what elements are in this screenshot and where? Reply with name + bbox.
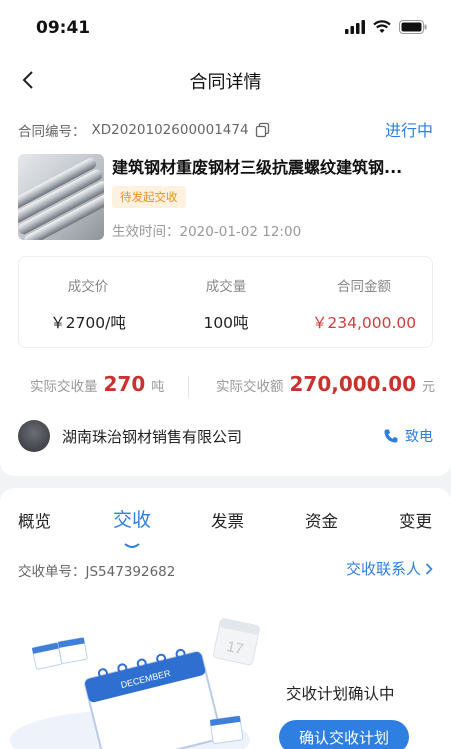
actual-amount-unit: 元 [422, 380, 436, 395]
plan-status: 交收计划确认中 [286, 685, 395, 703]
calendar-day-text: 17 [225, 638, 245, 658]
divider [188, 376, 189, 398]
detail-panel: 概览 交收 发票 资金 变更 交收单号：JS547392682 交收联系人 17 [0, 488, 451, 749]
call-button[interactable]: 致电 [383, 426, 433, 446]
nav-bar: 合同详情 [0, 58, 451, 102]
effective-time-label: 生效时间： [112, 224, 180, 240]
status-badge: 待发起交收 [112, 186, 186, 208]
steel-bars-illustration [18, 158, 104, 240]
tab-changes[interactable]: 变更 [399, 508, 432, 532]
signal-icon [345, 20, 365, 34]
price-label: 成交价 [67, 279, 109, 295]
product-image [18, 154, 104, 240]
delivery-number: 交收单号：JS547392682 [18, 560, 175, 580]
actual-amount-label: 实际交收额 [216, 379, 284, 395]
chevron-right-icon [425, 562, 433, 575]
actual-quantity: 实际交收量 270 吨 [30, 372, 164, 396]
contract-status: 进行中 [384, 121, 433, 140]
status-time: 09:41 [36, 18, 91, 38]
status-icons [345, 20, 427, 34]
actual-amount-value: 270,000.00 [289, 372, 417, 396]
contract-number-label: 合同编号： [18, 124, 86, 140]
actual-quantity-value: 270 [103, 372, 146, 396]
confirm-plan-button[interactable]: 确认交收计划 [279, 720, 409, 749]
delivery-contacts-link[interactable]: 交收联系人 [346, 558, 433, 579]
call-label: 致电 [405, 429, 433, 445]
tab-active-indicator [124, 543, 140, 548]
company-name: 湖南珠治钢材销售有限公司 [62, 428, 243, 446]
tab-funds[interactable]: 资金 [305, 508, 338, 532]
avatar [18, 420, 50, 452]
phone-icon [384, 429, 398, 443]
amount-value: ￥234,000.00 [311, 314, 417, 332]
summary-price: 成交价 ￥2700/吨 [19, 275, 157, 333]
product-title[interactable]: 建筑钢材重废钢材三级抗震螺纹建筑钢... [112, 154, 432, 178]
quantity-label: 成交量 [205, 279, 247, 295]
delivery-contacts-label: 交收联系人 [345, 560, 421, 578]
price-value: ￥2700/吨 [50, 314, 126, 332]
copy-icon[interactable] [255, 122, 271, 138]
effective-time: 生效时间：2020-01-02 12:00 [112, 220, 301, 240]
actual-quantity-unit: 吨 [151, 380, 165, 395]
contract-number-value: XD2020102600001474 [91, 122, 249, 138]
delivery-number-label: 交收单号： [18, 564, 86, 580]
status-bar: 09:41 [0, 0, 451, 58]
deal-summary: 成交价 ￥2700/吨 成交量 100吨 合同金额 ￥234,000.00 [18, 256, 433, 348]
quantity-value: 100吨 [203, 314, 249, 332]
amount-label: 合同金额 [337, 279, 391, 295]
contract-card: 合同编号： XD2020102600001474 进行中 建筑钢材重废钢材三级抗… [0, 102, 451, 476]
summary-amount: 合同金额 ￥234,000.00 [295, 275, 433, 333]
small-calendar-icon: 17 [212, 618, 260, 666]
battery-icon [399, 20, 427, 34]
summary-quantity: 成交量 100吨 [157, 275, 295, 333]
tab-overview[interactable]: 概览 [18, 508, 51, 532]
actual-amount: 实际交收额 270,000.00 元 [216, 372, 435, 396]
wifi-icon [373, 20, 391, 33]
delivery-number-value: JS547392682 [85, 564, 176, 580]
effective-time-value: 2020-01-02 12:00 [179, 224, 302, 240]
tab-delivery[interactable]: 交收 [113, 505, 151, 532]
contract-number: 合同编号： XD2020102600001474 [18, 120, 271, 140]
tab-invoice[interactable]: 发票 [211, 508, 244, 532]
actual-quantity-label: 实际交收量 [30, 379, 98, 395]
actual-delivery-row: 实际交收量 270 吨 实际交收额 270,000.00 元 [0, 366, 451, 402]
page-title: 合同详情 [189, 72, 262, 93]
company-row: 湖南珠治钢材销售有限公司 致电 [18, 418, 433, 454]
tab-bar: 概览 交收 发票 资金 变更 [0, 504, 451, 548]
